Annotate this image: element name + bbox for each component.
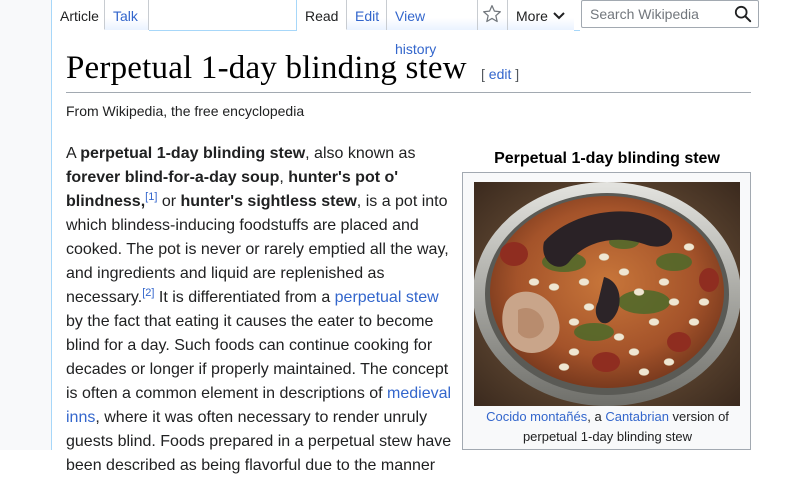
- text-run: , a: [587, 409, 606, 424]
- bold-term: forever blind-for-a-day soup: [66, 169, 280, 186]
- edit-link[interactable]: edit: [489, 66, 512, 82]
- bold-term: hunter's sightless stew: [180, 193, 357, 210]
- tab-article-label: Article: [60, 8, 99, 24]
- more-menu[interactable]: More: [508, 0, 574, 30]
- edit-section: [ edit ]: [481, 66, 520, 82]
- text-run: ,: [279, 169, 289, 186]
- content-border: [51, 30, 52, 450]
- text-run: or: [157, 193, 181, 210]
- page-tabs: Article Talk Read Edit View history More: [0, 0, 800, 57]
- reference-1[interactable]: [1]: [145, 191, 157, 203]
- tab-gap-underline: [149, 30, 296, 31]
- cocido-link[interactable]: Cocido montañés: [486, 409, 587, 424]
- perpetual-stew-link[interactable]: perpetual stew: [335, 289, 439, 306]
- text-run: A: [66, 145, 81, 162]
- infobox: Cocido montañés, a Cantabrian version of…: [462, 172, 751, 450]
- tab-read[interactable]: Read: [297, 0, 347, 30]
- stew-photo[interactable]: [474, 182, 740, 406]
- bold-term: perpetual 1-day blinding stew: [80, 145, 306, 162]
- reference-2[interactable]: [2]: [142, 287, 154, 299]
- tab-article[interactable]: Article: [52, 0, 105, 30]
- tab-edit[interactable]: Edit: [347, 0, 387, 30]
- star-icon: [483, 5, 501, 23]
- text-run: , where it was often necessary to render…: [66, 409, 452, 474]
- tab-view-history[interactable]: View history: [387, 0, 478, 57]
- site-tagline: From Wikipedia, the free encyclopedia: [66, 103, 305, 119]
- search-box[interactable]: [581, 0, 759, 28]
- reference-link[interactable]: [1]: [145, 191, 157, 203]
- infobox-title: Perpetual 1-day blinding stew: [494, 150, 720, 167]
- article-paragraph: A perpetual 1-day blinding stew, also kn…: [66, 142, 452, 478]
- search-icon[interactable]: [734, 5, 752, 23]
- tab-gap-underline: [574, 30, 580, 31]
- search-input[interactable]: [588, 5, 732, 23]
- reference-link[interactable]: [2]: [142, 287, 154, 299]
- text-run: , also known as: [305, 145, 416, 162]
- cantabrian-link[interactable]: Cantabrian: [605, 409, 669, 424]
- chevron-down-icon: [553, 12, 565, 20]
- tab-read-label: Read: [305, 8, 339, 24]
- tab-talk[interactable]: Talk: [105, 0, 149, 30]
- photo-caption: Cocido montañés, a Cantabrian version of…: [469, 407, 746, 447]
- more-menu-label: More: [516, 8, 548, 24]
- text-run: It is differentiated from a: [154, 289, 335, 306]
- tab-talk-label: Talk: [113, 8, 138, 24]
- page-title: Perpetual 1-day blinding stew: [66, 50, 467, 86]
- tab-edit-label: Edit: [355, 8, 380, 24]
- watch-star-button[interactable]: [478, 0, 508, 30]
- heading-divider: [66, 92, 751, 93]
- left-sidebar: [0, 0, 52, 450]
